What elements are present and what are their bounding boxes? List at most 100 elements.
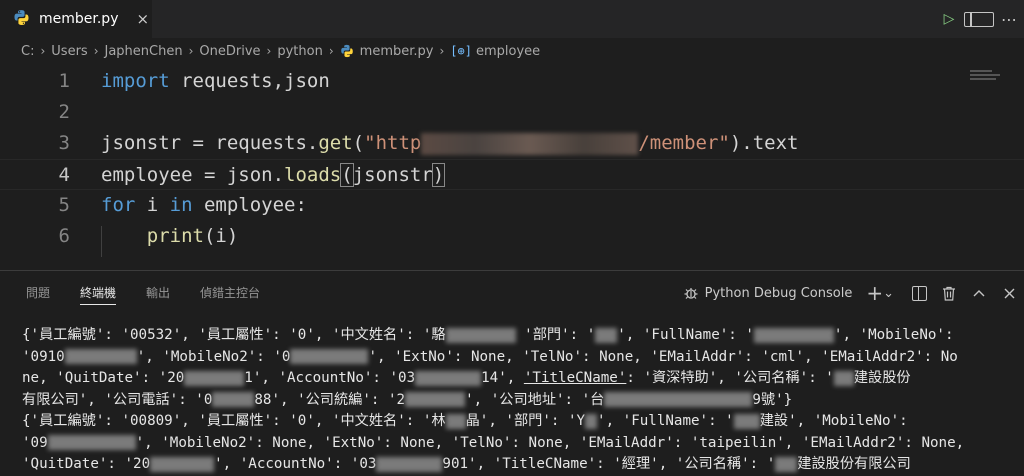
play-icon: ▷ <box>943 11 955 27</box>
code-text: ( <box>352 132 365 154</box>
split-terminal-button[interactable] <box>904 285 934 301</box>
redacted-text <box>753 327 834 343</box>
code-text: i <box>135 194 170 216</box>
redacted-text <box>733 413 760 429</box>
tab-debug-console[interactable]: 偵錯主控台 <box>200 271 260 315</box>
breadcrumb: C: › Users › JaphenChen › OneDrive › pyt… <box>0 38 1024 64</box>
code-text: jsonstr <box>352 164 433 186</box>
tab-output[interactable]: 輸出 <box>146 271 170 315</box>
breadcrumb-users[interactable]: Users <box>51 44 87 59</box>
code-line-current: 4 employee = json.loads(jsonstr) <box>0 159 1024 190</box>
close-tab-icon[interactable]: × <box>136 10 149 28</box>
function-name: print <box>146 225 204 247</box>
code-line: 1 import requests,json <box>0 66 1024 97</box>
code-editor[interactable]: 1 import requests,json 2 3 jsonstr = req… <box>0 64 1024 270</box>
terminal-selector[interactable]: Python Debug Console <box>705 286 853 301</box>
line-number: 4 <box>58 164 70 186</box>
chevron-up-icon <box>973 290 985 297</box>
terminal-line: 有限公司', '公司電話': '0 88', '公司統編': '2 ', '公司地址… <box>22 391 793 408</box>
code-line: 3 jsonstr = requests.get("http/member").… <box>0 128 1024 159</box>
terminal-line: 'QuitDate': '20 ', 'AccountNo': '03 901', … <box>22 456 911 472</box>
redacted-text <box>595 327 618 343</box>
run-python-file-button[interactable]: ▷ <box>934 11 964 27</box>
line-number: 6 <box>58 225 70 247</box>
redacted-url <box>421 132 639 155</box>
close-panel-button[interactable] <box>994 288 1024 299</box>
more-actions-button[interactable]: ⋯ <box>994 10 1024 29</box>
chevron-right-icon: › <box>188 44 194 58</box>
editor-tab-bar: member.py × ▷ ⋯ <box>0 0 1024 38</box>
code-text: employee: <box>192 194 307 216</box>
split-editor-icon <box>964 11 994 27</box>
breadcrumb-file[interactable]: member.py <box>360 44 434 59</box>
python-file-icon <box>340 44 354 58</box>
breadcrumb-symbol[interactable]: employee <box>476 44 540 59</box>
redacted-text <box>445 413 466 429</box>
tab-problems[interactable]: 問題 <box>26 271 50 315</box>
redacted-text <box>775 456 798 472</box>
redacted-text <box>64 349 137 364</box>
redacted-text <box>290 349 369 364</box>
code-text: requests,json <box>169 70 330 92</box>
panel-actions: Python Debug Console + ⌄ <box>683 271 1024 315</box>
keyword: in <box>169 194 193 216</box>
terminal-line: {'員工編號': '00809', '員工屬性': '0', '中文姓名': '… <box>22 413 908 429</box>
code-line: 2 <box>0 97 1024 128</box>
terminal-line: '09 ', 'MobileNo2': None, 'ExtNo': None, … <box>22 434 965 451</box>
breadcrumb-onedrive[interactable]: OneDrive <box>199 44 260 59</box>
breadcrumb-user[interactable]: JaphenChen <box>105 44 183 59</box>
redacted-text <box>376 456 443 472</box>
code-text: (i) <box>203 225 239 247</box>
code-line: 5 for i in employee: <box>0 190 1024 221</box>
keyword: for <box>101 194 136 216</box>
redacted-text <box>184 370 245 386</box>
bracket-match: ) <box>431 163 446 187</box>
python-file-icon <box>13 9 30 30</box>
terminal-dropdown-chevron-icon[interactable]: ⌄ <box>883 286 894 301</box>
terminal-line: {'員工編號': '00532', '員工屬性': '0', '中文姓名': '… <box>22 327 954 343</box>
line-number: 3 <box>58 132 70 154</box>
redacted-text <box>833 370 854 386</box>
chevron-right-icon: › <box>93 44 99 58</box>
line-number: 5 <box>58 194 70 216</box>
tab-label: member.py <box>39 11 119 27</box>
string-literal: /member" <box>638 132 730 154</box>
function-name: loads <box>284 164 342 186</box>
chevron-right-icon: › <box>439 44 445 58</box>
split-editor-button[interactable] <box>964 11 994 27</box>
variable-symbol-icon: [⊕] <box>450 44 472 58</box>
redacted-text <box>47 435 136 450</box>
redacted-text <box>150 456 215 472</box>
terminal-line: ne, 'QuitDate': '20 1', 'AccountNo': '03 1… <box>22 370 911 386</box>
redacted-text <box>604 392 753 407</box>
new-terminal-button[interactable]: + <box>866 281 883 305</box>
redacted-text <box>212 392 255 407</box>
editor-actions: ▷ ⋯ <box>934 0 1024 38</box>
line-number: 1 <box>58 70 70 92</box>
code-text: jsonstr = requests. <box>101 132 319 154</box>
breadcrumb-python[interactable]: python <box>277 44 322 59</box>
terminal-line: '0910 ', 'MobileNo2': '0 ', 'ExtNo': None,… <box>22 348 958 365</box>
code-text: employee = json. <box>101 164 285 186</box>
code-text: ).text <box>729 132 799 154</box>
chevron-right-icon: › <box>40 44 46 58</box>
tab-terminal[interactable]: 終端機 <box>80 271 117 315</box>
panel-header: 問題 終端機 輸出 偵錯主控台 Python Debug Console + ⌄ <box>0 271 1024 315</box>
tab-member-py[interactable]: member.py × <box>0 0 152 38</box>
breadcrumb-drive[interactable]: C: <box>21 44 34 59</box>
chevron-right-icon: › <box>266 44 272 58</box>
keyword: import <box>101 70 170 92</box>
string-literal: "http <box>364 132 422 154</box>
kill-terminal-button[interactable] <box>934 286 964 301</box>
line-number: 2 <box>58 101 70 123</box>
maximize-panel-button[interactable] <box>964 289 994 297</box>
chevron-right-icon: › <box>328 44 334 58</box>
indent-guide <box>101 226 102 257</box>
close-icon <box>1004 288 1014 298</box>
function-name: get <box>318 132 353 154</box>
terminal-output[interactable]: {'員工編號': '00532', '員工屬性': '0', '中文姓名': '… <box>0 315 1024 472</box>
redacted-text <box>415 370 482 386</box>
redacted-text <box>585 413 598 429</box>
trash-icon <box>943 286 955 301</box>
